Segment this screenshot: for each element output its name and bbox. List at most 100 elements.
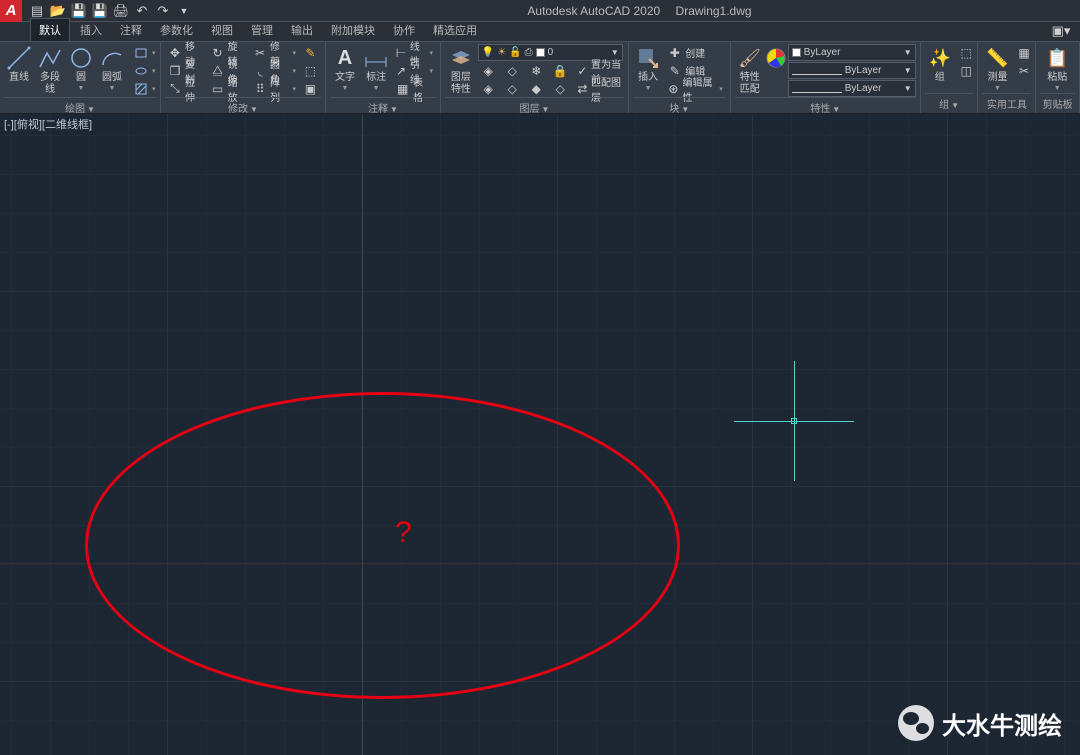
array-button[interactable]: ⠿阵列▾	[250, 80, 299, 97]
measure-button[interactable]: 📏 测量 ▼	[982, 44, 1012, 93]
layer-off-button[interactable]: ◇	[502, 62, 523, 79]
layer-c-button[interactable]: ◆	[526, 80, 547, 97]
linetype-dropdown[interactable]: ByLayer ▼	[788, 80, 916, 97]
color-wheel-button[interactable]	[766, 44, 787, 72]
group-a-button[interactable]: ⬚	[956, 44, 977, 61]
wechat-icon	[898, 705, 934, 741]
panel-utils: 📏 测量 ▼ ▦ ✂ 实用工具▼	[978, 42, 1036, 113]
fillet-icon: ◟	[253, 63, 267, 78]
panel-annotate: A 文字 ▼ 标注 ▼ ⊢线性▾ ↗引线▾ ▦表格 注释▼	[326, 42, 441, 113]
sun-icon: ☀	[497, 47, 506, 58]
tab-annotate[interactable]: 注释	[112, 19, 150, 41]
rect-icon	[133, 45, 148, 60]
file-name: Drawing1.dwg	[676, 4, 752, 18]
app-logo[interactable]: A	[0, 0, 22, 22]
paste-icon: 📋	[1044, 45, 1070, 71]
rect-button[interactable]: ▾	[130, 44, 159, 61]
panel-modify: ✥移动 ❐复制 ⤡拉伸 ↻旋转 ⧋镜像 ▭缩放 ✂修剪▾ ◟圆角▾ ⠿阵列▾ ✎…	[161, 42, 326, 113]
lineweight-dropdown[interactable]: ByLayer ▼	[788, 62, 916, 79]
ellipse-button[interactable]: ▾	[130, 62, 159, 79]
panel-title-clip: 剪贴板	[1043, 100, 1073, 111]
arc-button[interactable]: 圆弧 ▼	[97, 44, 127, 93]
panel-title-group: 组	[939, 100, 949, 111]
tab-featured[interactable]: 精选应用	[425, 19, 485, 41]
qat-undo-icon[interactable]: ↶	[133, 2, 151, 20]
lineweight-icon	[792, 74, 842, 75]
copy-icon: ❐	[168, 63, 182, 78]
util-b-button[interactable]: ✂	[1013, 62, 1034, 79]
tab-default[interactable]: 默认	[30, 18, 70, 41]
qat-save-icon[interactable]: 💾	[70, 2, 88, 20]
table-button[interactable]: ▦表格	[392, 80, 436, 97]
offset-icon: ▣	[303, 81, 318, 96]
leader-icon: ↗	[395, 63, 407, 78]
chevron-down-icon: ▼	[645, 85, 652, 92]
util-a-button[interactable]: ▦	[1013, 44, 1034, 61]
layer-b-button[interactable]: ◇	[502, 80, 523, 97]
watermark-text: 大水牛测绘	[942, 706, 1062, 741]
group-icon: ✨	[927, 45, 953, 71]
tab-addins[interactable]: 附加模块	[323, 19, 383, 41]
color-swatch-white	[536, 48, 545, 57]
panel-title-utils: 实用工具	[987, 100, 1027, 111]
linear-icon: ⊢	[395, 45, 407, 60]
qat-new-icon[interactable]: ▤	[28, 2, 46, 20]
panel-properties: 🖌 特性 匹配 ByLayer ▼ ByLayer ▼	[731, 42, 921, 113]
match-layer-button[interactable]: ⇄匹配图层	[574, 80, 624, 97]
qat-open-icon[interactable]: 📂	[49, 2, 67, 20]
panel-clipboard: 📋 粘贴 ▼ 剪贴板▼	[1036, 42, 1080, 113]
hatch-button[interactable]: ▾	[130, 80, 159, 97]
group-button[interactable]: ✨ 组	[925, 44, 955, 85]
layer-lock-icon: 🔒	[553, 63, 568, 78]
text-button[interactable]: A 文字 ▼	[330, 44, 360, 93]
layer-lock-button[interactable]: 🔒	[550, 62, 571, 79]
annotation-ellipse	[85, 392, 680, 699]
insert-block-button[interactable]: 插入 ▼	[633, 44, 663, 93]
line-button[interactable]: 直线	[4, 44, 34, 85]
layer-a-button[interactable]: ◈	[478, 80, 499, 97]
insert-block-icon	[635, 45, 661, 71]
create-block-button[interactable]: ✚创建	[664, 44, 725, 61]
color-swatch	[792, 48, 801, 57]
erase-button[interactable]: ✎	[300, 44, 321, 61]
drawing-canvas[interactable]: [-][俯视][二维线框] ? 大水牛测绘	[0, 114, 1080, 755]
tabs-play-icon[interactable]: ▣▾	[1052, 22, 1070, 40]
layer-off-icon: ◇	[505, 63, 520, 78]
layer-iso-button[interactable]: ◈	[478, 62, 499, 79]
layerprops-button[interactable]: 图层 特性	[445, 44, 477, 97]
group-b-button[interactable]: ◫	[956, 62, 977, 79]
explode-button[interactable]: ⬚	[300, 62, 321, 79]
chevron-down-icon: ▼	[342, 85, 349, 92]
offset-button[interactable]: ▣	[300, 80, 321, 97]
paste-button[interactable]: 📋 粘贴 ▼	[1040, 44, 1074, 93]
edit-attr-button[interactable]: ⊛编辑属性▾	[664, 80, 725, 97]
viewport-label[interactable]: [-][俯视][二维线框]	[4, 116, 92, 132]
quick-access-toolbar: ▤ 📂 💾 💾 🖨 ↶ ↷ ▼	[22, 2, 199, 20]
ribbon-tabs: 默认 插入 注释 参数化 视图 管理 输出 附加模块 协作 精选应用 ▣▾	[0, 22, 1080, 42]
current-layer-name: 0	[548, 47, 554, 58]
match-icon: ⇄	[577, 81, 588, 96]
measure-icon: 📏	[984, 45, 1010, 71]
tab-output[interactable]: 输出	[283, 19, 321, 41]
circle-button[interactable]: 圆 ▼	[66, 44, 96, 93]
color-wheel-icon	[763, 45, 789, 71]
color-dropdown[interactable]: ByLayer ▼	[788, 44, 916, 61]
tab-insert[interactable]: 插入	[72, 19, 110, 41]
qat-dropdown-icon[interactable]: ▼	[175, 2, 193, 20]
watermark: 大水牛测绘	[898, 705, 1062, 741]
qat-saveas-icon[interactable]: 💾	[91, 2, 109, 20]
layer-freeze-button[interactable]: ❄	[526, 62, 547, 79]
stretch-button[interactable]: ⤡拉伸	[165, 80, 207, 97]
polyline-button[interactable]: 多段线	[35, 44, 65, 97]
layer-d-button[interactable]: ◇	[550, 80, 571, 97]
scale-button[interactable]: ▭缩放	[208, 80, 250, 97]
qat-print-icon[interactable]: 🖨	[112, 2, 130, 20]
polyline-icon	[37, 45, 63, 71]
dimension-button[interactable]: 标注 ▼	[361, 44, 391, 93]
scale-icon: ▭	[211, 81, 225, 96]
match-props-button[interactable]: 🖌 特性 匹配	[735, 44, 765, 97]
chevron-down-icon: ▼	[78, 85, 85, 92]
panel-draw: 直线 多段线 圆 ▼ 圆弧 ▼ ▾ ▾ ▾ 绘图▼	[0, 42, 161, 113]
linetype-icon	[792, 92, 842, 93]
qat-redo-icon[interactable]: ↷	[154, 2, 172, 20]
